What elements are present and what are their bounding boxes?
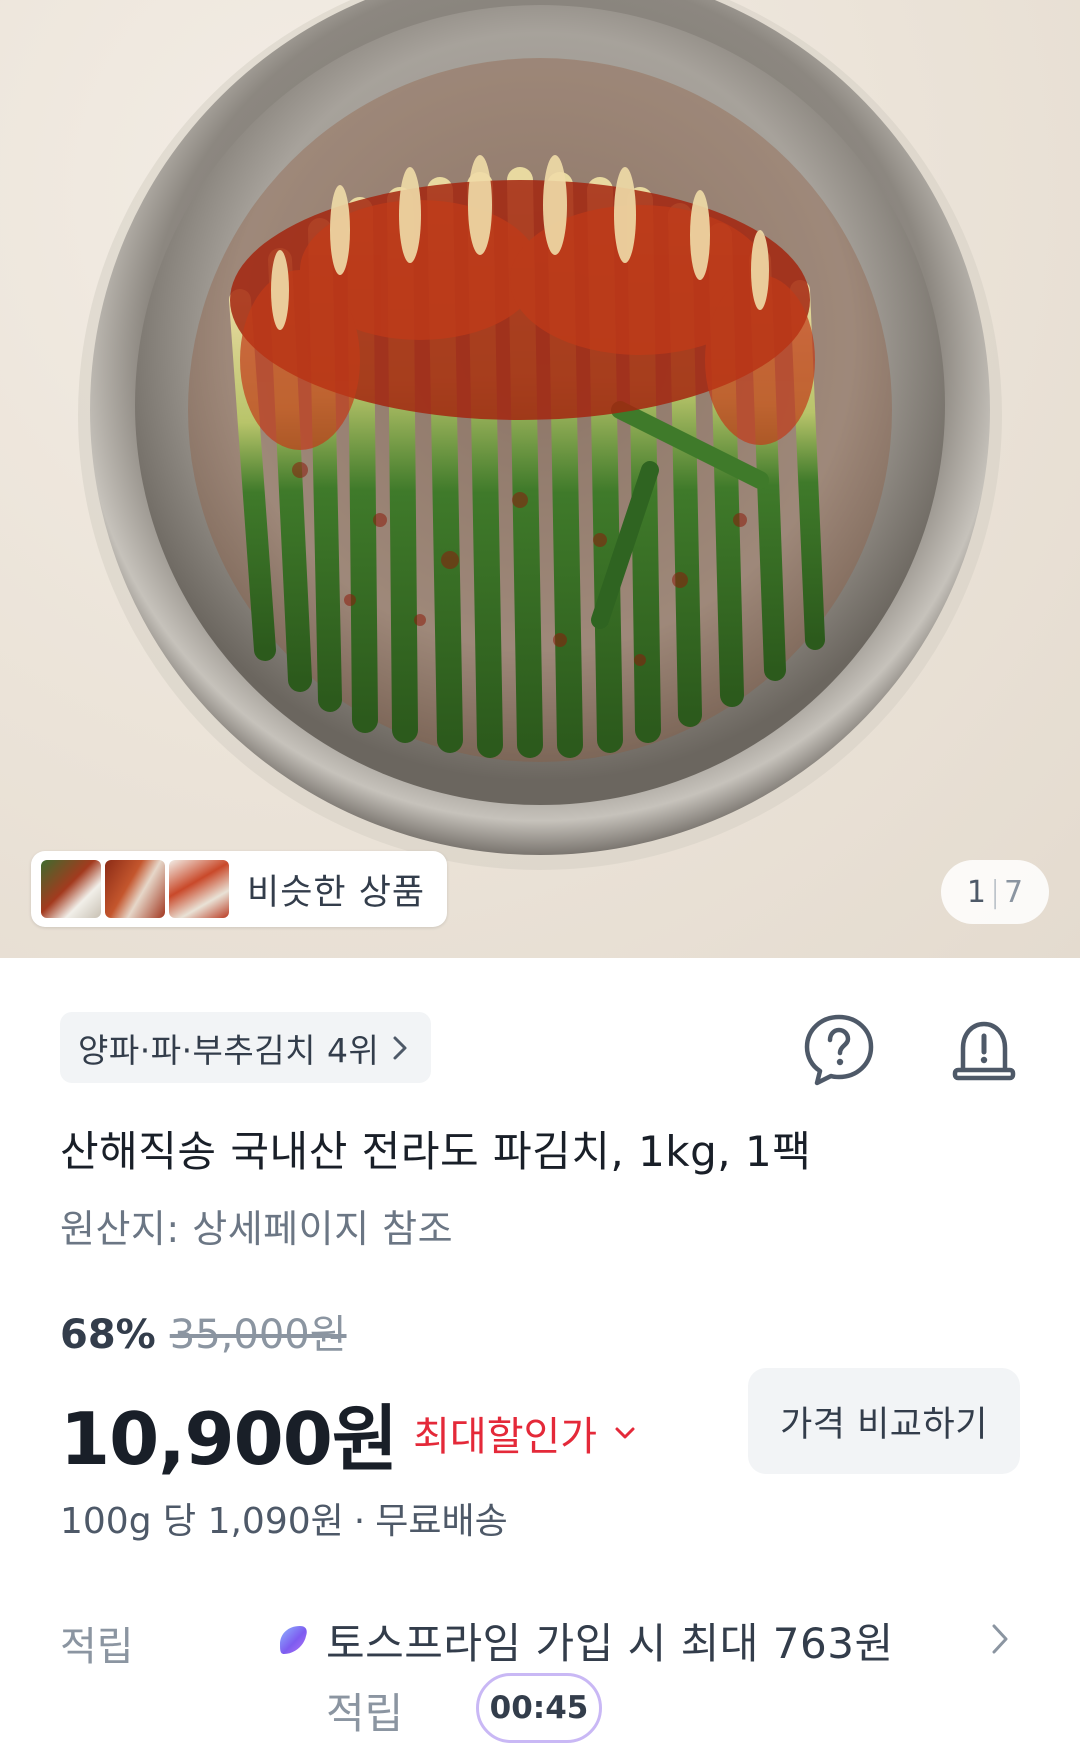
product-title: 산해직송 국내산 전라도 파김치, 1kg, 1팩: [60, 1127, 812, 1176]
current-image-index: 1: [966, 874, 986, 910]
shipping-info: 무료배송: [375, 1501, 508, 1542]
toss-prime-points-text[interactable]: 토스프라임 가입 시 최대 763원: [326, 1610, 894, 1671]
price-compare-button[interactable]: 가격 비교하기: [748, 1368, 1020, 1474]
chevron-down-icon[interactable]: [613, 1421, 637, 1445]
points-label: 적립: [60, 1624, 134, 1670]
similar-product-thumbnail: [105, 860, 165, 918]
image-page-counter: 1 | 7: [941, 860, 1049, 924]
similar-product-thumbnail: [41, 860, 101, 918]
report-bell-icon: [952, 1021, 1016, 1081]
category-rank-chip[interactable]: 양파·파·부추김치 4위: [60, 1012, 432, 1083]
product-image-carousel[interactable]: 비슷한 상품 1 | 7: [0, 0, 1080, 958]
separator-dot: ·: [353, 1501, 366, 1542]
unit-price-shipping: 100g 당 1,090원 · 무료배송: [60, 1492, 508, 1544]
counter-separator: |: [989, 874, 1001, 910]
toss-prime-points-suffix: 적립: [326, 1689, 404, 1738]
toss-prime-icon: [280, 1626, 307, 1654]
chevron-right-icon[interactable]: [988, 1622, 1012, 1656]
similar-products-label: 비슷한 상품: [247, 872, 426, 913]
unit-price: 100g 당 1,090원: [60, 1501, 344, 1542]
sale-price: 10,900원: [60, 1397, 398, 1481]
max-discount-toggle[interactable]: 최대할인가: [413, 1404, 597, 1462]
product-photo: [78, 0, 1002, 870]
report-button[interactable]: [946, 1010, 1022, 1088]
category-rank-label: 양파·파·부추김치 4위: [78, 1030, 380, 1070]
question-button[interactable]: [800, 1010, 878, 1088]
question-icon: [804, 1014, 874, 1086]
price-row: 10,900원 최대할인가: [60, 1380, 637, 1485]
countdown-timer: 00:45: [476, 1673, 602, 1743]
chevron-right-icon: [393, 1036, 407, 1059]
original-price: 35,000원: [169, 1312, 347, 1358]
similar-product-thumbnail: [169, 860, 229, 918]
product-origin: 원산지: 상세페이지 참조: [60, 1207, 454, 1251]
discount-row: 68% 35,000원: [60, 1302, 347, 1360]
similar-products-button[interactable]: 비슷한 상품: [31, 851, 447, 927]
discount-rate: 68%: [60, 1312, 156, 1358]
total-image-count: 7: [1004, 874, 1024, 910]
